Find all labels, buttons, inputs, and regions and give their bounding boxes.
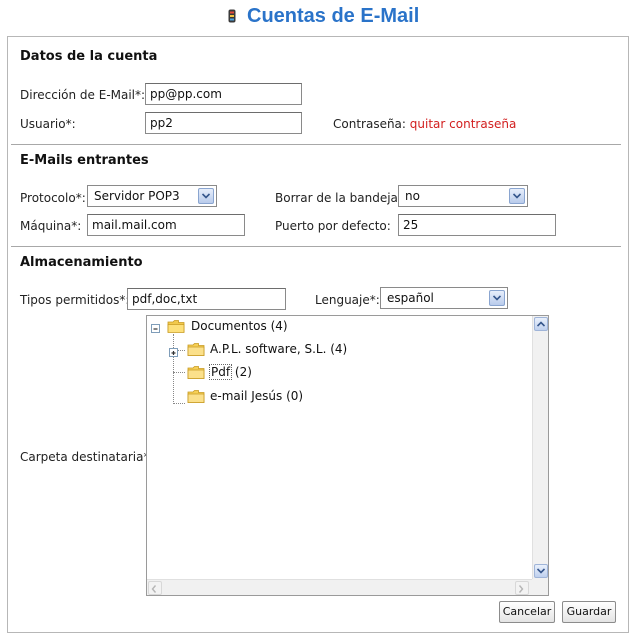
chevron-down-icon[interactable] xyxy=(198,188,214,204)
tree-node-label: Pdf (2) xyxy=(208,364,252,380)
language-select[interactable]: español xyxy=(380,287,508,309)
chevron-down-icon[interactable] xyxy=(489,290,505,306)
scroll-left-icon[interactable] xyxy=(148,581,162,595)
allowed-types-label: Tipos permitidos*: xyxy=(20,293,130,307)
tree-node-count: (2) xyxy=(234,365,252,379)
expand-icon[interactable] xyxy=(169,348,178,357)
tree-node-name: Documentos xyxy=(191,319,267,333)
user-field[interactable]: pp2 xyxy=(145,112,302,134)
delete-from-inbox-value: no xyxy=(405,189,420,203)
section-title-account: Datos de la cuenta xyxy=(20,49,158,64)
tree-connector xyxy=(173,403,185,404)
protocol-select[interactable]: Servidor POP3 xyxy=(87,185,217,207)
host-label: Máquina*: xyxy=(20,219,82,233)
mail-account-icon xyxy=(228,9,236,23)
language-select-value: español xyxy=(387,291,434,305)
horizontal-scrollbar[interactable] xyxy=(147,579,532,595)
tree-connector xyxy=(173,372,185,373)
port-label: Puerto por defecto: xyxy=(275,219,391,233)
allowed-types-field[interactable]: pdf,doc,txt xyxy=(127,288,286,310)
tree-node-count: (4) xyxy=(330,342,348,356)
section-title-incoming: E-Mails entrantes xyxy=(20,153,149,168)
email-label: Dirección de E-Mail*: xyxy=(20,88,146,102)
email-field[interactable]: pp@pp.com xyxy=(145,83,302,105)
chevron-down-icon[interactable] xyxy=(509,188,525,204)
password-label: Contraseña: quitar contraseña xyxy=(333,117,516,131)
tree-node-label: e-mail Jesús (0) xyxy=(210,389,303,403)
host-field[interactable]: mail.mail.com xyxy=(87,214,245,236)
password-label-text: Contraseña: xyxy=(333,117,406,131)
protocol-label: Protocolo*: xyxy=(20,191,86,205)
folder-icon xyxy=(187,343,205,356)
divider xyxy=(11,246,621,247)
delete-from-inbox-select[interactable]: no xyxy=(398,185,528,207)
folder-icon xyxy=(187,366,205,379)
tree-node-name: A.P.L. software, S.L. xyxy=(210,342,327,356)
section-title-storage: Almacenamiento xyxy=(20,255,143,270)
page-title: Cuentas de E-Mail xyxy=(247,5,420,27)
tree-node-name: e-mail Jesús xyxy=(210,389,283,403)
destination-folder-label: Carpeta destinataria*: xyxy=(20,450,154,464)
scroll-up-icon[interactable] xyxy=(534,317,548,331)
tree-node-count: (4) xyxy=(270,319,288,333)
port-field[interactable]: 25 xyxy=(398,214,556,236)
save-button[interactable]: Guardar xyxy=(562,601,616,623)
folder-open-icon xyxy=(167,320,185,333)
tree-node-label: A.P.L. software, S.L. (4) xyxy=(210,342,347,356)
scroll-down-icon[interactable] xyxy=(534,564,548,578)
language-label: Lenguaje*: xyxy=(315,293,380,307)
cancel-button[interactable]: Cancelar xyxy=(499,601,555,623)
tree-node-name-selected: Pdf xyxy=(208,364,233,380)
tree-node-count: (0) xyxy=(286,389,304,403)
user-label: Usuario*: xyxy=(20,117,76,131)
delete-from-inbox-label: Borrar de la bandeja: xyxy=(275,191,402,205)
page-header: Cuentas de E-Mail xyxy=(0,0,637,36)
tree-node-label: Documentos (4) xyxy=(191,319,288,333)
folder-tree[interactable]: Documentos (4) A.P.L. software, S.L. (4)… xyxy=(146,315,549,596)
vertical-scrollbar[interactable] xyxy=(532,316,548,580)
scroll-right-icon[interactable] xyxy=(515,581,529,595)
tree-connector xyxy=(173,334,174,404)
remove-password-link[interactable]: quitar contraseña xyxy=(410,117,517,131)
protocol-select-value: Servidor POP3 xyxy=(94,189,180,203)
divider xyxy=(11,144,621,145)
collapse-icon[interactable] xyxy=(151,324,160,333)
folder-icon xyxy=(187,390,205,403)
scroll-corner xyxy=(532,579,548,595)
